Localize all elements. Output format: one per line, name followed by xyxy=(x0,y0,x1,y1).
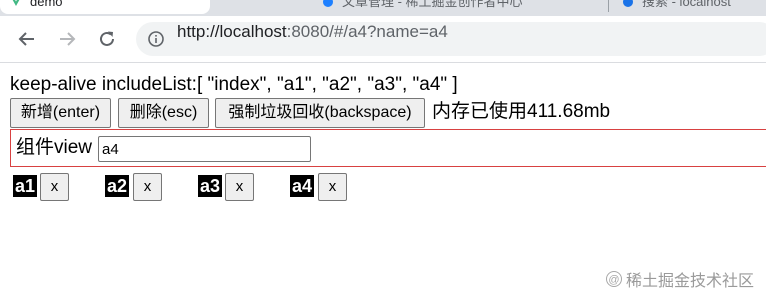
browser-toolbar: http://localhost:8080/#/a4?name=a4 xyxy=(0,16,766,63)
reload-icon xyxy=(100,31,114,46)
juejin-watermark: @ 稀土掘金技术社区 xyxy=(605,267,754,291)
page-content: keep-alive includeList:[ "index", "a1", … xyxy=(0,63,766,297)
at-icon: @ xyxy=(605,271,622,287)
info-icon[interactable] xyxy=(148,31,164,47)
browser-tab-search[interactable]: 搜索 - localhost xyxy=(612,0,766,14)
browser-tab-demo[interactable]: demo xyxy=(0,0,210,14)
browser-tab-strip: demo 文章管理 - 稀土掘金创作者中心 搜索 - localhost xyxy=(0,0,766,16)
browser-tab-juejin[interactable]: 文章管理 - 稀土掘金创作者中心 xyxy=(312,0,602,14)
remove-a2-button[interactable]: x xyxy=(133,173,162,201)
forward-button[interactable] xyxy=(55,27,79,51)
back-arrow-icon xyxy=(18,32,34,46)
memory-usage-text: 内存已使用411.68mb xyxy=(432,101,611,122)
remove-a3-button[interactable]: x xyxy=(225,173,254,201)
view-label: 组件view xyxy=(16,137,93,158)
cached-item-name: a1 xyxy=(13,175,38,197)
tab-divider xyxy=(608,0,609,12)
forward-arrow-icon xyxy=(60,32,76,46)
cached-item-name: a3 xyxy=(198,175,223,197)
juejin-favicon-icon xyxy=(323,0,333,7)
address-bar[interactable]: http://localhost:8080/#/a4?name=a4 xyxy=(136,22,766,56)
remove-a4-button[interactable]: x xyxy=(318,173,347,201)
search-favicon-icon xyxy=(623,0,633,7)
back-button[interactable] xyxy=(15,27,39,51)
tab-title: 文章管理 - 稀土掘金创作者中心 xyxy=(342,0,523,9)
watermark-text: 稀土掘金技术社区 xyxy=(625,273,754,290)
add-button[interactable]: 新增(enter) xyxy=(10,98,111,128)
delete-button[interactable]: 删除(esc) xyxy=(118,98,209,128)
tab-title: 搜索 - localhost xyxy=(642,0,731,9)
url-host: http://localhost xyxy=(177,22,287,41)
vue-favicon-icon xyxy=(12,0,20,6)
force-gc-button[interactable]: 强制垃圾回收(backspace) xyxy=(215,98,425,128)
url-path: :8080/#/a4?name=a4 xyxy=(286,22,448,41)
url-text: http://localhost:8080/#/a4?name=a4 xyxy=(177,22,448,42)
cached-item-name: a4 xyxy=(290,175,315,197)
include-list-text: keep-alive includeList:[ "index", "a1", … xyxy=(10,74,458,95)
tab-title: demo xyxy=(30,0,63,9)
cached-item-name: a2 xyxy=(105,175,130,197)
remove-a1-button[interactable]: x xyxy=(40,173,69,201)
component-view: 组件view xyxy=(10,129,766,167)
reload-button[interactable] xyxy=(95,27,119,51)
view-name-input[interactable] xyxy=(98,136,311,162)
